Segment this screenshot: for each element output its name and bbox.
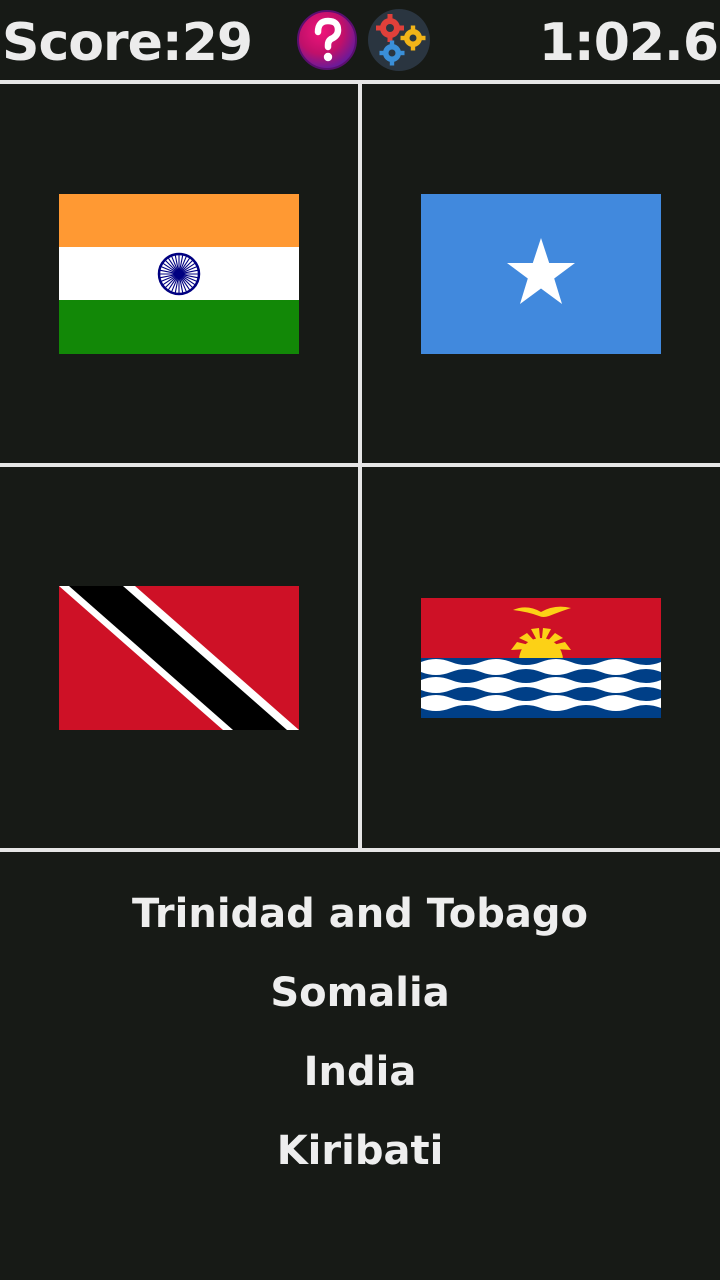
flag-india-icon [59, 194, 299, 354]
help-button[interactable] [297, 10, 357, 70]
flag-cell-top-left[interactable] [0, 84, 358, 463]
flag-cell-bottom-left[interactable] [0, 467, 358, 848]
gears-icon [368, 9, 430, 71]
timer-label: 1:02.6 [538, 13, 719, 73]
flag-cell-bottom-right[interactable] [362, 467, 720, 848]
top-bar: Score:29 1:02.6 [0, 0, 720, 82]
flag-trinidad-and-tobago-icon [59, 586, 299, 730]
settings-button[interactable] [366, 8, 432, 72]
answer-option-4[interactable]: Kiribati [0, 1123, 720, 1179]
question-mark-icon [297, 10, 357, 70]
answer-option-2[interactable]: Somalia [0, 965, 720, 1021]
score-label: Score:29 [2, 13, 253, 73]
flag-kiribati-icon [421, 598, 661, 718]
flag-somalia-icon [421, 194, 661, 354]
answer-option-1[interactable]: Trinidad and Tobago [0, 886, 720, 942]
answer-option-3[interactable]: India [0, 1044, 720, 1100]
flag-cell-top-right[interactable] [362, 84, 720, 463]
bottom-divider [0, 848, 720, 852]
